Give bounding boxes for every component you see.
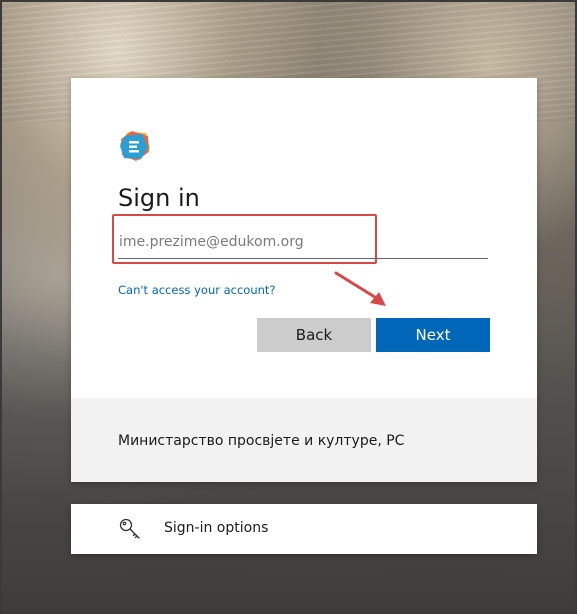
organization-footer: Министарство просвјете и културе, РС [71,398,537,482]
cant-access-account-link[interactable]: Can't access your account? [118,283,276,297]
next-button[interactable]: Next [376,318,490,352]
page-title: Sign in [118,184,200,212]
signin-card: Sign in Can't access your account? Back … [71,78,537,482]
edukom-logo-icon [120,131,150,161]
back-button[interactable]: Back [257,318,371,352]
email-field[interactable] [118,225,488,258]
signin-options-button[interactable]: Sign-in options [71,504,537,554]
background-frame: Sign in Can't access your account? Back … [0,0,577,614]
red-arrow-annotation-icon [334,271,386,306]
signin-options-label: Sign-in options [164,520,269,536]
email-field-wrapper [118,225,488,259]
key-icon [119,518,140,539]
organization-name: Министарство просвјете и културе, РС [118,433,405,449]
